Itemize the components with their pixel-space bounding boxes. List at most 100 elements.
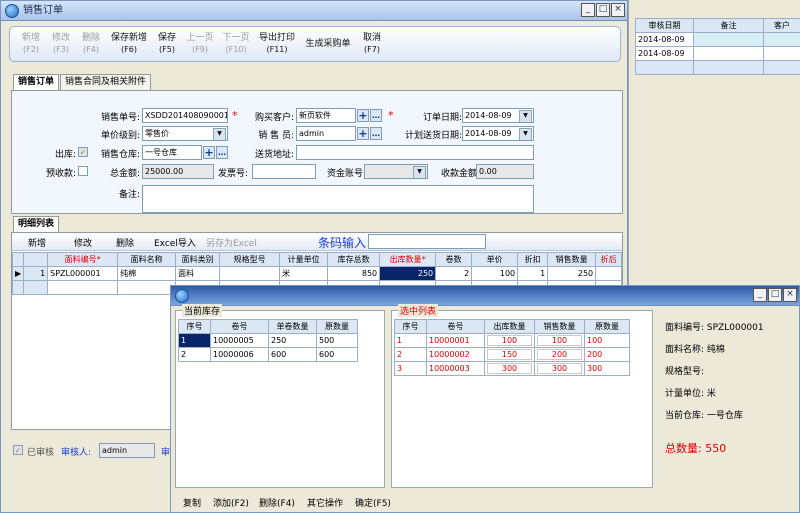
- selected-table: 序号 卷号 出库数量 销售数量 原数量 1 10000001 100 100 1…: [394, 319, 630, 376]
- info-spec-label: 规格型号:: [665, 367, 705, 377]
- add-salesman-icon[interactable]: +: [357, 127, 369, 140]
- excel-import-button[interactable]: Excel导入: [154, 236, 196, 249]
- plan-date-field[interactable]: 2014-08-09: [462, 126, 534, 141]
- save-excel-button[interactable]: 另存为Excel: [206, 236, 257, 249]
- detail-new-button[interactable]: 新增: [28, 236, 46, 249]
- salesman-field[interactable]: admin: [296, 126, 356, 141]
- add-button[interactable]: 添加(F2): [213, 496, 249, 509]
- current-stock-group: 当前库存 序号 卷号 单卷数量 原数量 1 10000005 250 500 2…: [175, 304, 385, 488]
- export-print-button[interactable]: 导出打印 (F11): [254, 33, 300, 55]
- add-warehouse-icon[interactable]: +: [203, 146, 215, 159]
- audited-checkbox[interactable]: ✓: [13, 445, 23, 455]
- address-field[interactable]: [296, 145, 534, 160]
- price-level-select[interactable]: 零售价: [142, 126, 228, 141]
- customer-label: 购买客户:: [254, 113, 294, 123]
- right-col-customer: 客户: [763, 18, 800, 33]
- table-row[interactable]: 2 10000006 600 600: [178, 347, 358, 362]
- dialog-minimize-icon[interactable]: _: [753, 288, 767, 302]
- minimize-icon[interactable]: _: [581, 3, 595, 17]
- stock-select-dialog: _ □ × 当前库存 序号 卷号 单卷数量 原数量 1 10000005 250…: [170, 285, 800, 513]
- delete-button[interactable]: 删除 (F4): [76, 33, 106, 55]
- table-row[interactable]: 3 10000003 300 300 300: [394, 361, 630, 376]
- prepay-checkbox[interactable]: [78, 166, 88, 176]
- edit-button[interactable]: 修改 (F3): [46, 33, 76, 55]
- dialog-delete-button[interactable]: 删除(F4): [259, 496, 295, 509]
- auditor2-label: 审: [161, 448, 171, 458]
- info-code: SPZL000001: [706, 323, 764, 333]
- right-list-table: 审核日期 备注 客户 2014-08-09 2014-08-09: [635, 18, 800, 75]
- info-name-label: 面料名称:: [665, 345, 705, 355]
- remark-label: 备注:: [118, 190, 140, 200]
- tab-contract-attachments[interactable]: 销售合同及相关附件: [60, 74, 152, 90]
- dialog-app-icon: [175, 289, 189, 303]
- prev-page-button[interactable]: 上一页 (F9): [182, 33, 218, 55]
- cancel-button[interactable]: 取消 (F7): [356, 33, 388, 55]
- window-title: 销售订单: [23, 5, 63, 16]
- selected-list-title: 选中列表: [398, 304, 439, 317]
- info-unit-label: 计量单位:: [665, 389, 705, 399]
- audit-footer: ✓ 已审核 审核人: admin 审: [11, 441, 181, 459]
- info-total: 550: [705, 442, 727, 455]
- right-col-remark: 备注: [693, 18, 764, 33]
- barcode-input[interactable]: [368, 234, 486, 249]
- maximize-icon[interactable]: □: [596, 3, 610, 17]
- detail-edit-button[interactable]: 修改: [74, 236, 92, 249]
- browse-salesman-icon[interactable]: …: [370, 127, 382, 140]
- copy-button[interactable]: 复制: [183, 496, 201, 509]
- auditor-label: 审核人:: [61, 448, 92, 458]
- outbound-checkbox[interactable]: ✓: [78, 147, 88, 157]
- other-actions-button[interactable]: 其它操作: [307, 496, 343, 509]
- title-bar: 销售订单 _ □ ×: [1, 1, 627, 21]
- info-total-label: 总数量:: [665, 442, 702, 455]
- new-button[interactable]: 新增 (F2): [16, 33, 46, 55]
- table-row[interactable]: 1 10000005 250 500: [178, 333, 358, 348]
- audited-label: 已审核: [27, 448, 55, 458]
- order-no-field[interactable]: XSDD201408090001: [142, 108, 228, 123]
- table-row[interactable]: 2 10000002 150 200 200: [394, 347, 630, 362]
- info-code-label: 面料编号:: [665, 323, 705, 333]
- detail-toolbar: 新增 修改 删除 Excel导入 另存为Excel 条码输入: [12, 233, 622, 251]
- next-page-button[interactable]: 下一页 (F10): [218, 33, 254, 55]
- table-row[interactable]: 2014-08-09: [635, 46, 800, 61]
- stock-table: 序号 卷号 单卷数量 原数量 1 10000005 250 500 2 1000…: [178, 319, 358, 362]
- customer-field[interactable]: 新页软件: [296, 108, 356, 123]
- info-unit: 米: [706, 389, 716, 399]
- warehouse-field[interactable]: 一号仓库: [142, 145, 202, 160]
- add-customer-icon[interactable]: +: [357, 109, 369, 122]
- table-row[interactable]: ▶ 1 SPZL000001 纯棉 面料 米 850 250 2 100 1 2…: [11, 266, 622, 281]
- invoice-label: 发票号:: [217, 169, 248, 179]
- account-label: 资金账号:: [326, 169, 366, 179]
- dialog-maximize-icon[interactable]: □: [768, 288, 782, 302]
- barcode-label: 条码输入: [318, 236, 367, 250]
- confirm-button[interactable]: 确定(F5): [355, 496, 391, 509]
- table-row[interactable]: 2014-08-09: [635, 32, 800, 47]
- close-icon[interactable]: ×: [611, 3, 625, 17]
- outbound-label: 出库:: [54, 150, 76, 160]
- save-button[interactable]: 保存 (F5): [152, 33, 182, 55]
- fabric-info: 面料编号: SPZL000001 面料名称: 纯棉 规格型号: 计量单位: 米 …: [665, 316, 795, 486]
- app-icon: [5, 4, 19, 18]
- salesman-label: 销 售 员:: [258, 131, 294, 141]
- generate-purchase-button[interactable]: 生成采购单: [300, 39, 356, 50]
- dialog-title-bar: _ □ ×: [171, 286, 799, 306]
- received-field: 0.00: [476, 164, 534, 179]
- total-field: 25000.00: [142, 164, 214, 179]
- toolbar: 新增 (F2) 修改 (F3) 删除 (F4) 保存新增 (F6) 保存 (F5) 上一页…: [9, 26, 621, 62]
- detail-delete-button[interactable]: 删除: [116, 236, 134, 249]
- remark-field[interactable]: [142, 185, 534, 213]
- table-row[interactable]: 1 10000001 100 100 100: [394, 333, 630, 348]
- dialog-close-icon[interactable]: ×: [783, 288, 797, 302]
- order-form: 销售单号: XSDD201408090001 * 购买客户: 新页软件 + … …: [11, 90, 623, 214]
- info-name: 纯棉: [706, 345, 725, 355]
- save-new-button[interactable]: 保存新增 (F6): [106, 33, 152, 55]
- order-no-label: 销售单号:: [100, 113, 140, 123]
- browse-customer-icon[interactable]: …: [370, 109, 382, 122]
- order-date-field[interactable]: 2014-08-09: [462, 108, 534, 123]
- plan-date-label: 计划送货日期:: [404, 131, 462, 141]
- tab-detail-list[interactable]: 明细列表: [13, 216, 60, 232]
- browse-warehouse-icon[interactable]: …: [216, 146, 228, 159]
- current-stock-title: 当前库存: [182, 304, 223, 317]
- tab-sales-order[interactable]: 销售订单: [13, 74, 60, 90]
- invoice-field[interactable]: [252, 164, 316, 179]
- account-select[interactable]: [364, 164, 428, 179]
